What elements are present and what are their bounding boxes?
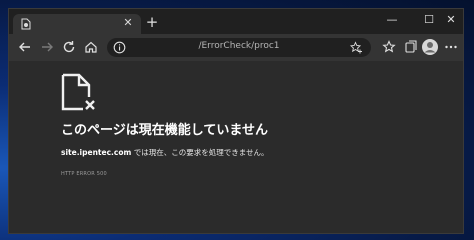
browser-tab[interactable]: ✕ <box>13 14 141 34</box>
new-tab-button[interactable]: + <box>145 15 159 30</box>
collections-icon[interactable] <box>381 39 397 55</box>
browser-window: ✕ + — ☐ ✕ /ErrorCheck/proc1 このページは現在機能して… <box>8 8 464 234</box>
profile-avatar-icon[interactable] <box>421 38 439 56</box>
extensions-icon[interactable] <box>403 39 419 55</box>
page-favicon-icon <box>21 18 31 30</box>
close-window-button[interactable]: ✕ <box>442 12 460 28</box>
forward-arrow-icon[interactable] <box>39 39 55 55</box>
minimize-button[interactable]: — <box>383 12 401 28</box>
error-heading: このページは現在機能していません <box>61 123 268 138</box>
error-site: site.ipentec.com <box>61 148 132 157</box>
error-description: site.ipentec.com では現在、この要求を処理できません。 <box>61 147 268 158</box>
home-icon[interactable] <box>83 39 99 55</box>
broken-page-icon <box>61 73 95 111</box>
maximize-button[interactable]: ☐ <box>420 12 438 28</box>
title-bar: ✕ + — ☐ ✕ <box>9 9 463 34</box>
url-text[interactable]: /ErrorCheck/proc1 <box>107 41 371 51</box>
page-content: このページは現在機能していません site.ipentec.com では現在、こ… <box>9 61 463 233</box>
error-message: では現在、この要求を処理できません。 <box>131 148 269 157</box>
refresh-icon[interactable] <box>61 39 77 55</box>
add-favorite-icon[interactable] <box>350 41 363 54</box>
browser-toolbar: /ErrorCheck/proc1 <box>9 34 463 61</box>
error-code: HTTP ERROR 500 <box>61 171 107 177</box>
back-arrow-icon[interactable] <box>17 39 33 55</box>
more-options-icon[interactable] <box>443 39 459 55</box>
address-bar[interactable]: /ErrorCheck/proc1 <box>107 38 371 57</box>
tab-close-button[interactable]: ✕ <box>121 16 135 30</box>
